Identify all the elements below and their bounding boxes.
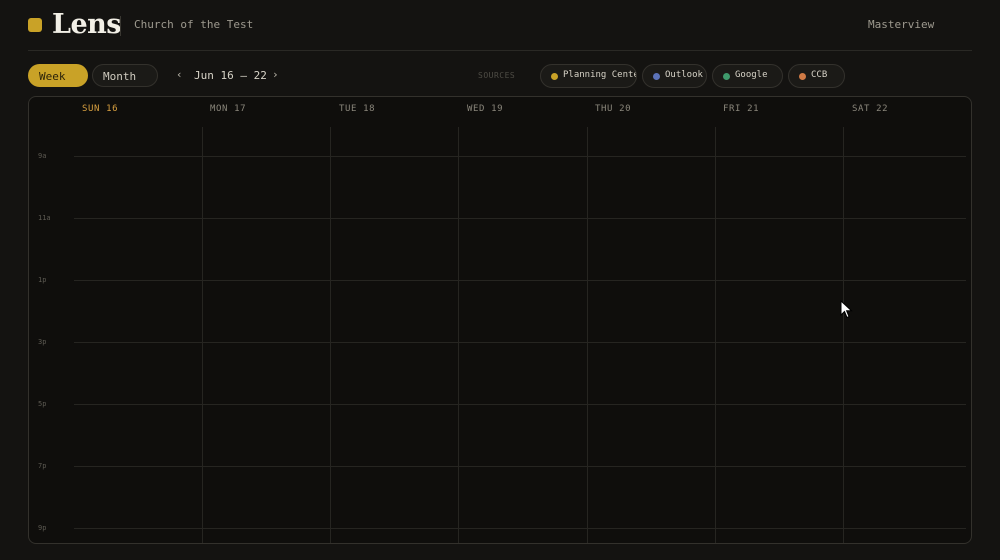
source-dot-icon	[799, 73, 806, 80]
hour-label: 9p	[38, 524, 47, 532]
source-label: Outlook	[665, 70, 703, 80]
masterview-link[interactable]: Masterview	[868, 18, 934, 31]
day-column-divider	[458, 127, 459, 543]
mouse-cursor-icon	[840, 300, 853, 319]
next-week-icon[interactable]: ›	[272, 68, 279, 81]
sources-label: SOURCES	[478, 71, 516, 80]
hour-label: 5p	[38, 400, 47, 408]
day-header-tue: TUE 18	[339, 104, 376, 114]
day-column-divider	[330, 127, 331, 543]
source-dot-icon	[551, 73, 558, 80]
hour-gridline	[74, 404, 966, 405]
source-google[interactable]: Google	[712, 64, 783, 88]
day-header-wed: WED 19	[467, 104, 504, 114]
week-calendar: SUN 16 MON 17 TUE 18 WED 19 THU 20 FRI 2…	[28, 96, 972, 544]
source-planning-center[interactable]: Planning Center	[540, 64, 637, 88]
hour-label: 1p	[38, 276, 47, 284]
source-label: Planning Center	[563, 70, 637, 80]
hour-gridline	[74, 466, 966, 467]
view-month-button[interactable]: Month	[92, 64, 158, 87]
day-column-divider	[202, 127, 203, 543]
hour-label: 9a	[38, 152, 47, 160]
hour-gridline	[74, 342, 966, 343]
hour-gridline	[74, 528, 966, 529]
source-label: Google	[735, 70, 768, 80]
source-ccb[interactable]: CCB	[788, 64, 845, 88]
source-dot-icon	[653, 73, 660, 80]
brand-divider	[120, 16, 121, 36]
day-header-mon: MON 17	[210, 104, 247, 114]
hour-gridline	[74, 280, 966, 281]
day-header-sun: SUN 16	[82, 104, 119, 114]
hour-gridline	[74, 218, 966, 219]
hour-label: 11a	[38, 214, 51, 222]
day-header-fri: FRI 21	[723, 104, 760, 114]
source-dot-icon	[723, 73, 730, 80]
day-column-divider	[715, 127, 716, 543]
app-logo-icon	[28, 18, 42, 32]
prev-week-icon[interactable]: ‹	[176, 68, 183, 81]
source-outlook[interactable]: Outlook	[642, 64, 707, 88]
source-label: CCB	[811, 70, 828, 80]
hour-label: 7p	[38, 462, 47, 470]
date-range: Jun 16 – 22	[194, 69, 267, 82]
day-header-sat: SAT 22	[852, 104, 889, 114]
org-name: Church of the Test	[134, 18, 254, 31]
day-column-divider	[587, 127, 588, 543]
view-week-button[interactable]: Week	[28, 64, 88, 87]
brand-title: Lens	[52, 9, 122, 40]
header-divider	[28, 50, 972, 51]
day-header-thu: THU 20	[595, 104, 632, 114]
hour-gridline	[74, 156, 966, 157]
day-column-divider	[843, 127, 844, 543]
hour-label: 3p	[38, 338, 47, 346]
